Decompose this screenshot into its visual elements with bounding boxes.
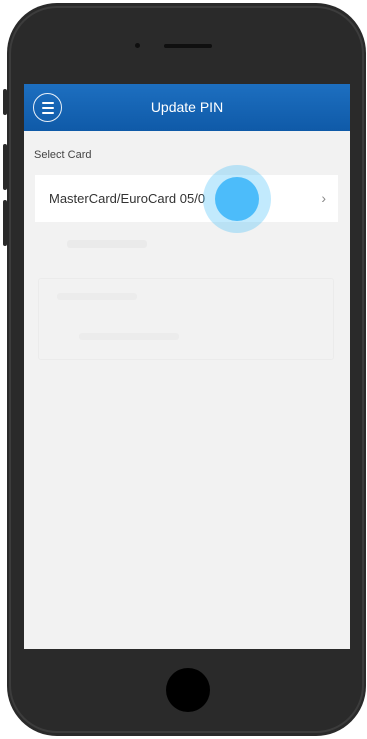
mute-switch	[3, 89, 7, 115]
front-camera	[135, 43, 140, 48]
touch-indicator	[203, 165, 271, 233]
touch-indicator-core	[215, 177, 259, 221]
home-button[interactable]	[166, 668, 210, 712]
faded-pin-section	[38, 278, 334, 360]
chevron-right-icon: ›	[321, 190, 326, 206]
earpiece-speaker	[164, 44, 212, 48]
faded-line	[79, 333, 179, 340]
app-screen: Update PIN Select Card MasterCard/EuroCa…	[24, 84, 350, 649]
volume-up-button	[3, 144, 7, 190]
select-card-label: Select Card	[34, 149, 92, 161]
volume-down-button	[3, 200, 7, 246]
app-header: Update PIN	[24, 84, 350, 131]
card-selector[interactable]: MasterCard/EuroCard 05/0 ›	[35, 175, 338, 222]
selected-card-text: MasterCard/EuroCard 05/0	[49, 191, 206, 206]
page-title: Update PIN	[150, 99, 224, 115]
faded-line	[57, 293, 137, 300]
faded-section-label	[67, 240, 147, 248]
